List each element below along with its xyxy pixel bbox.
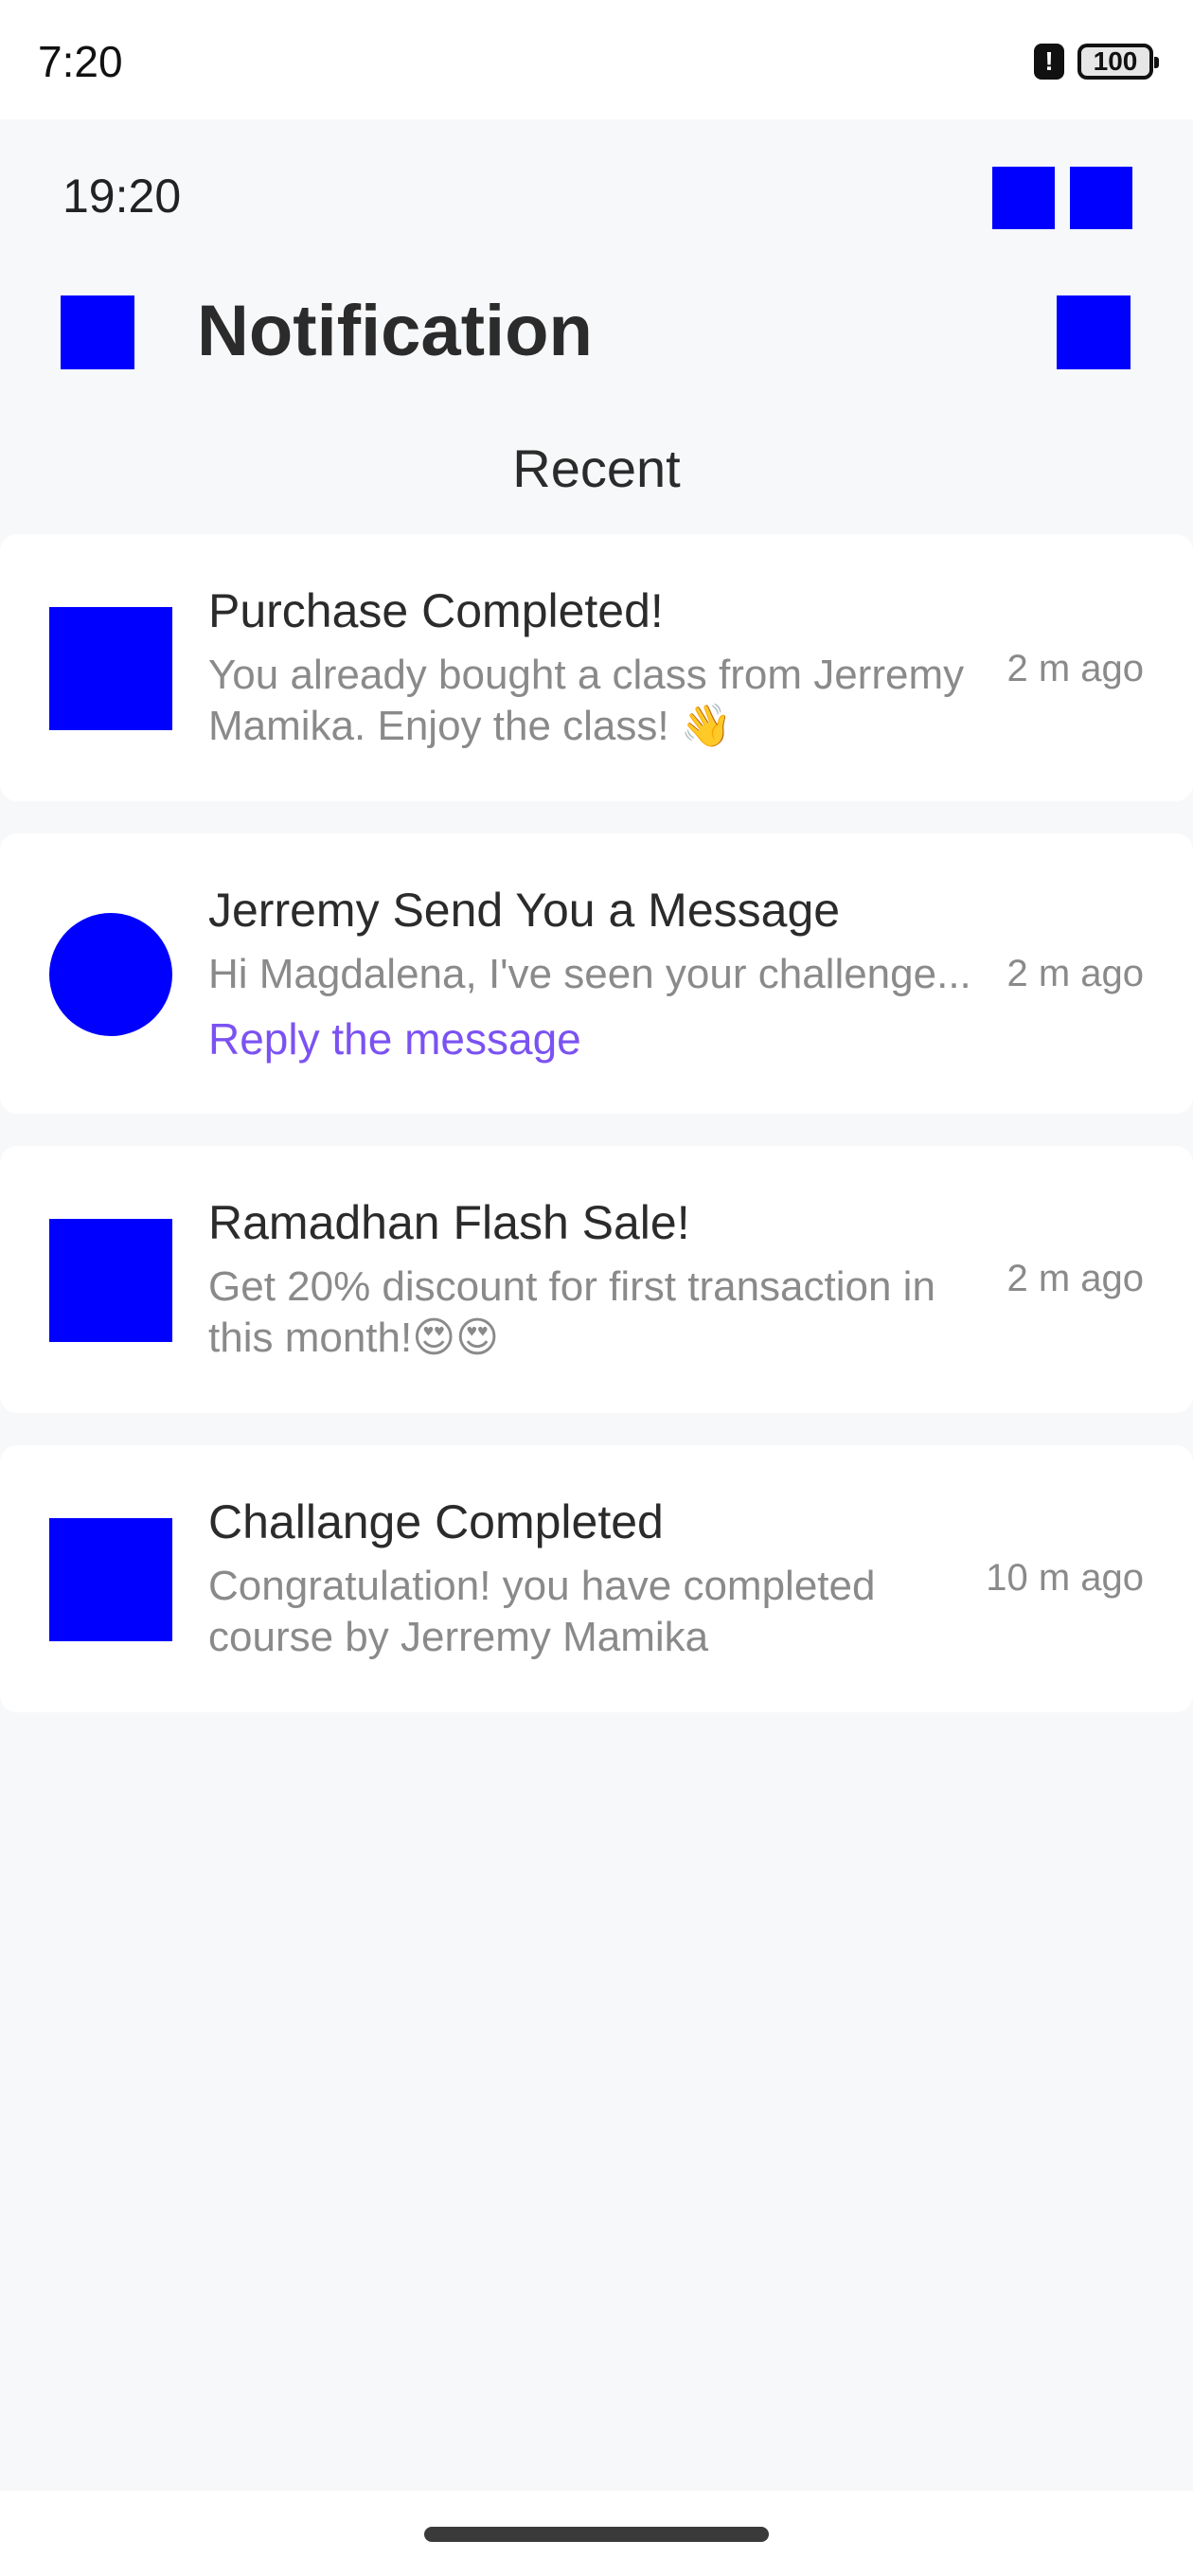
notification-card[interactable]: Ramadhan Flash Sale! Get 20% discount fo… [0, 1146, 1193, 1413]
sender-avatar [49, 913, 172, 1036]
back-icon[interactable] [61, 295, 134, 369]
notification-body: You already bought a class from Jerremy … [208, 652, 965, 749]
alert-icon: ! [1034, 44, 1064, 80]
section-title-recent: Recent [512, 438, 681, 498]
notification-time: 10 m ago [986, 1557, 1144, 1599]
header-action-icon-2[interactable] [1070, 167, 1132, 229]
notification-title: Challange Completed [208, 1495, 664, 1548]
notification-time: 2 m ago [1006, 953, 1144, 994]
app-time: 19:20 [62, 170, 182, 223]
system-status-bar: 7:20 ! 100 [0, 0, 1193, 119]
notification-thumbnail [49, 1219, 172, 1342]
battery-icon: 100 [1077, 44, 1159, 80]
notification-card[interactable]: Jerremy Send You a Message Hi Magdalena,… [0, 833, 1193, 1114]
notification-time: 2 m ago [1006, 1258, 1144, 1299]
home-indicator[interactable] [424, 2527, 769, 2542]
notification-body: Congratulation! you have completed cours… [208, 1563, 876, 1660]
battery-level: 100 [1093, 46, 1138, 76]
notification-title: Ramadhan Flash Sale! [208, 1196, 690, 1249]
notification-card[interactable]: Challange Completed Congratulation! you … [0, 1445, 1193, 1712]
notification-title: Jerremy Send You a Message [208, 884, 841, 937]
system-time: 7:20 [38, 37, 123, 86]
notification-thumbnail [49, 607, 172, 730]
header-action-icon-1[interactable] [992, 167, 1055, 229]
notification-title: Purchase Completed! [208, 584, 664, 637]
settings-icon[interactable] [1057, 295, 1131, 369]
notification-card[interactable]: Purchase Completed! You already bought a… [0, 534, 1193, 801]
system-status-icons: ! 100 [1034, 44, 1159, 80]
notification-thumbnail [49, 1518, 172, 1641]
notification-time: 2 m ago [1006, 648, 1144, 689]
page-title: Notification [197, 291, 593, 371]
notification-body: Hi Magdalena, I've seen your challenge..… [208, 951, 971, 997]
notification-body: Get 20% discount for first transaction i… [208, 1263, 935, 1361]
reply-message-link[interactable]: Reply the message [208, 1013, 581, 1064]
